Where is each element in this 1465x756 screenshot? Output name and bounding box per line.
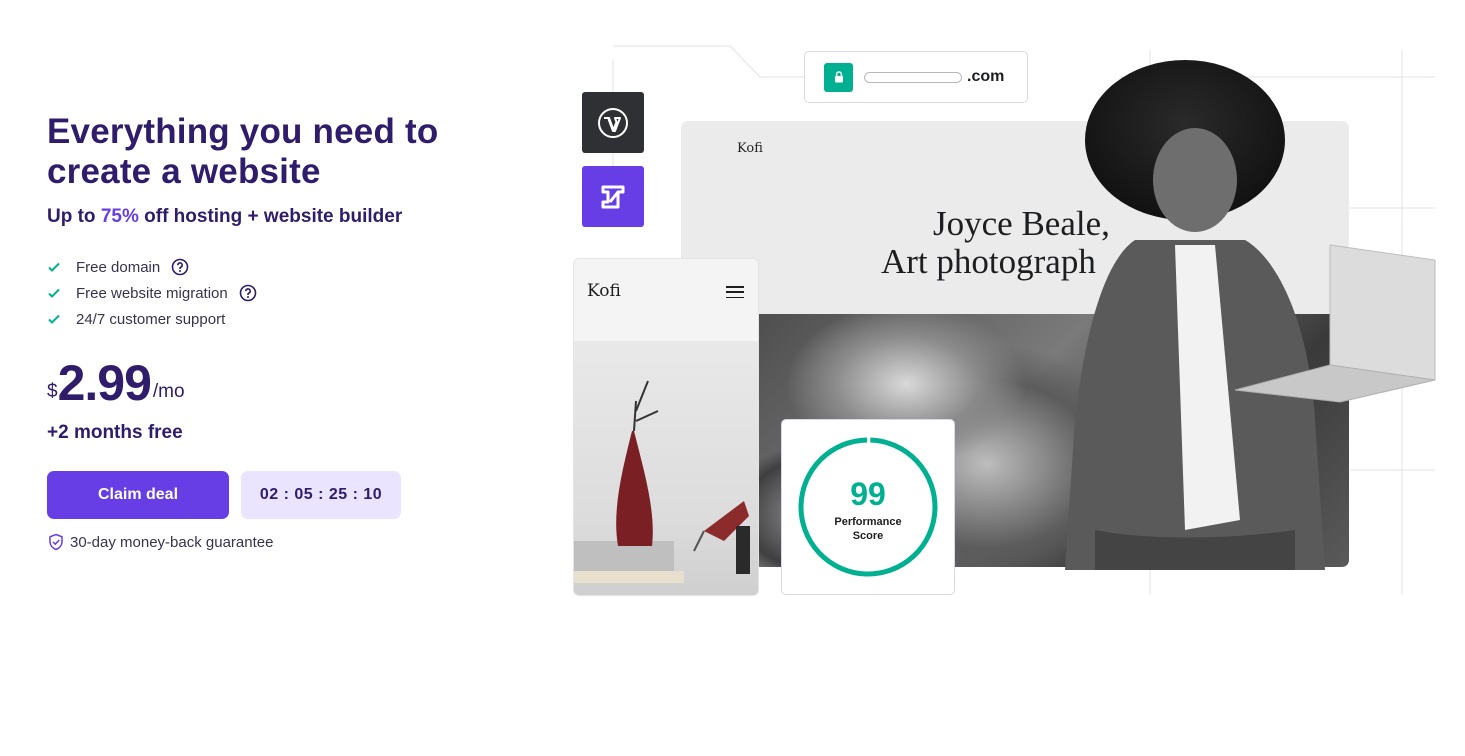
url-tld: .com [967, 68, 1005, 85]
headline-line-2: create a website [47, 152, 321, 191]
subhead-prefix: Up to [47, 206, 101, 227]
desktop-brand: Kofi [737, 141, 763, 156]
help-icon[interactable] [239, 284, 257, 302]
price-amount: 2.99 [57, 355, 152, 411]
countdown-timer: 02 : 05 : 25 : 10 [241, 471, 401, 519]
bonus-text: +2 months free [47, 422, 183, 443]
performance-score: 99 [850, 476, 886, 512]
feature-label: Free domain [76, 258, 161, 276]
hostinger-builder-icon [582, 166, 644, 227]
wordpress-icon [582, 92, 644, 153]
menu-icon [726, 286, 744, 298]
page-title: Everything you need to create a website [47, 112, 507, 192]
performance-score-card: 99 Performance Score [781, 419, 955, 595]
performance-label-line-2: Score [852, 530, 884, 542]
feature-list: Free domain Free website migration 24/7 … [47, 254, 507, 332]
performance-text: 99 Performance Score [834, 471, 901, 543]
feature-item: 24/7 customer support [47, 306, 507, 332]
hero-content: Everything you need to create a website … [47, 112, 507, 551]
mobile-brand: Kofi [587, 281, 621, 301]
subhead-suffix: off hosting + website builder [138, 206, 403, 227]
mobile-vase-photo [574, 341, 758, 595]
feature-label: 24/7 customer support [76, 310, 226, 328]
feature-label: Free website migration [76, 284, 228, 302]
laptop-image [1234, 244, 1436, 403]
check-icon [47, 312, 61, 326]
claim-deal-button[interactable]: Claim deal [47, 471, 229, 519]
hero-illustration: .com Kofi Joyce Beale, Art photograph Ko… [560, 40, 1440, 600]
price-currency: $ [47, 381, 58, 402]
lock-icon [824, 62, 853, 92]
price-period: /mo [152, 381, 185, 402]
feature-item: Free website migration [47, 280, 507, 306]
check-icon [47, 286, 61, 300]
performance-label-line-1: Performance [834, 516, 902, 528]
guarantee-label: 30-day money-back guarantee [70, 533, 274, 551]
cta-row: Claim deal 02 : 05 : 25 : 10 [47, 471, 507, 519]
performance-label: Performance Score [834, 515, 901, 543]
headline-line-1: Everything you need to [47, 112, 439, 151]
discount-percent: 75% [100, 206, 139, 227]
money-back-guarantee: 30-day money-back guarantee [47, 533, 507, 551]
subheadline: Up to 75% off hosting + website builder [47, 206, 507, 228]
check-icon [47, 260, 61, 274]
shield-check-icon [47, 533, 65, 551]
feature-item: Free domain [47, 254, 507, 280]
vase-illustration [574, 380, 750, 583]
domain-url-bar: .com [804, 51, 1028, 103]
mobile-site-preview: Kofi [573, 258, 759, 596]
help-icon[interactable] [171, 258, 189, 276]
price: $ 2.99 /mo [47, 358, 507, 408]
url-placeholder-line [864, 71, 962, 83]
